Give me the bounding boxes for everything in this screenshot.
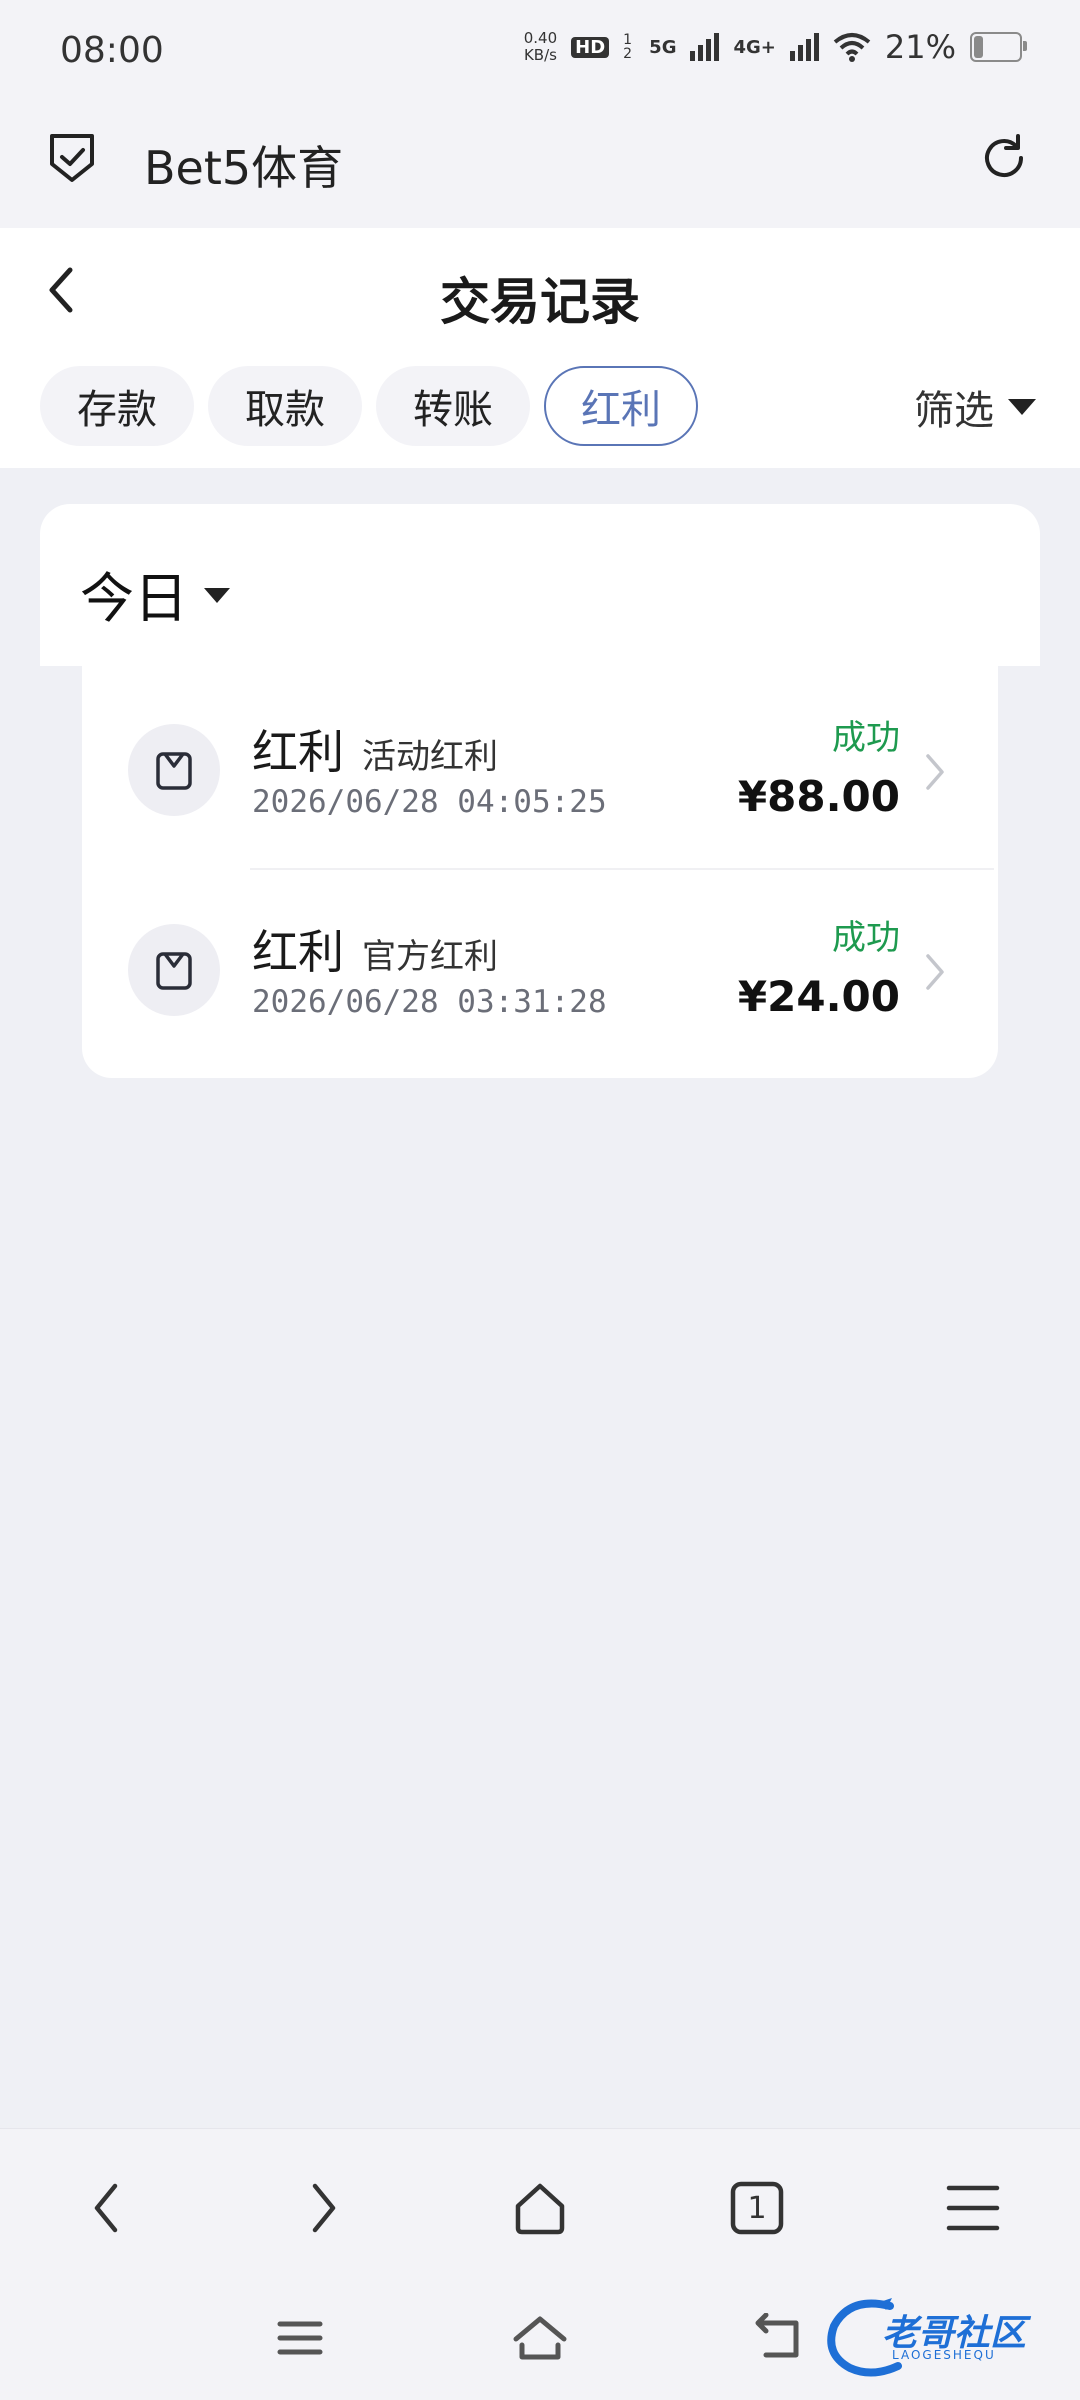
browser-menu-button[interactable] (938, 2173, 1008, 2243)
reload-icon[interactable] (974, 128, 1034, 188)
tab-withdraw[interactable]: 取款 (208, 366, 362, 446)
page-title: 交易记录 (440, 273, 640, 331)
caret-down-icon (1008, 399, 1036, 415)
page-header: 交易记录 存款 取款 转账 红利 筛选 (0, 228, 1080, 468)
site-title: Bet5体育 (144, 141, 344, 195)
status-time: 08:00 (60, 30, 164, 71)
battery-percent: 21% (884, 28, 956, 66)
status-badge: 成功 (832, 918, 900, 958)
wallet-icon-wrap (128, 924, 220, 1016)
status-badge: 成功 (832, 718, 900, 758)
watermark-subtext: LAOGESHEQU (892, 2348, 996, 2362)
browser-toolbar: 1 (0, 2128, 1080, 2279)
wallet-icon (156, 752, 192, 790)
tab-transfer[interactable]: 转账 (376, 366, 530, 446)
transaction-type-tabs: 存款 取款 转账 红利 (40, 366, 698, 446)
watermark-logo: 老哥社区 LAOGESHEQU (820, 2296, 1060, 2380)
recent-apps-button[interactable] (270, 2308, 330, 2368)
system-nav-bar: 老哥社区 LAOGESHEQU (0, 2278, 1080, 2400)
wifi-icon (833, 33, 871, 62)
shield-check-icon[interactable] (44, 130, 100, 186)
chevron-right-icon (926, 754, 944, 790)
wallet-icon-wrap (128, 724, 220, 816)
status-indicators: 0.40 KB/s HD 1 2 5G 4G+ 21% (523, 28, 1027, 66)
system-home-button[interactable] (510, 2308, 570, 2368)
net-speed: 0.40 KB/s (523, 29, 558, 64)
battery-icon (970, 32, 1027, 62)
sim-slots: 1 2 (623, 32, 633, 62)
browser-back-button[interactable] (72, 2173, 142, 2243)
tab-deposit[interactable]: 存款 (40, 366, 194, 446)
hd-badge: HD (571, 36, 610, 58)
filter-button[interactable]: 筛选 (914, 378, 1036, 436)
record-subtype: 活动红利 (362, 737, 498, 777)
browser-app-bar: Bet5体育 (0, 110, 1080, 228)
back-arrow-icon (755, 2313, 799, 2358)
signal-5g-icon (690, 33, 720, 61)
filter-label: 筛选 (914, 388, 994, 434)
chevron-left-icon (94, 2183, 118, 2233)
home-icon (515, 2183, 565, 2235)
menu-icon (277, 2321, 323, 2355)
record-amount: ¥88.00 (737, 772, 900, 821)
record-datetime: 2026/06/28 03:31:28 (252, 984, 607, 1020)
record-title: 红利 官方红利 (252, 916, 498, 982)
date-range-card: 今日 (40, 504, 1040, 666)
system-back-button[interactable] (750, 2308, 810, 2368)
signal-4g-icon (789, 33, 819, 61)
record-amount: ¥24.00 (737, 972, 900, 1021)
list-item[interactable]: 红利 官方红利 2026/06/28 03:31:28 成功 ¥24.00 (82, 870, 998, 1072)
caret-down-icon (204, 588, 230, 603)
browser-home-button[interactable] (505, 2173, 575, 2243)
transaction-list: 红利 活动红利 2026/06/28 04:05:25 成功 ¥88.00 红利… (82, 666, 998, 1078)
network-5g-label: 5G (649, 36, 677, 58)
date-range-label: 今日 (80, 567, 188, 630)
chevron-right-icon (926, 954, 944, 990)
wallet-icon (156, 952, 192, 990)
battery-fill (974, 36, 983, 58)
home-icon (513, 2316, 567, 2360)
tab-bonus[interactable]: 红利 (544, 366, 698, 446)
menu-icon (946, 2185, 1000, 2231)
record-title: 红利 活动红利 (252, 716, 498, 782)
date-range-selector[interactable]: 今日 (80, 554, 230, 633)
network-4g-label: 4G+ (733, 36, 776, 58)
chevron-right-icon (312, 2183, 336, 2233)
tab-count: 1 (747, 2190, 767, 2226)
record-subtype: 官方红利 (362, 937, 498, 977)
record-datetime: 2026/06/28 04:05:25 (252, 784, 607, 820)
status-bar: 08:00 0.40 KB/s HD 1 2 5G 4G+ 21% (0, 0, 1080, 110)
list-item[interactable]: 红利 活动红利 2026/06/28 04:05:25 成功 ¥88.00 (82, 666, 998, 868)
browser-tabs-button[interactable]: 1 (722, 2173, 792, 2243)
record-type: 红利 (252, 925, 344, 979)
browser-forward-button[interactable] (288, 2173, 358, 2243)
record-type: 红利 (252, 725, 344, 779)
